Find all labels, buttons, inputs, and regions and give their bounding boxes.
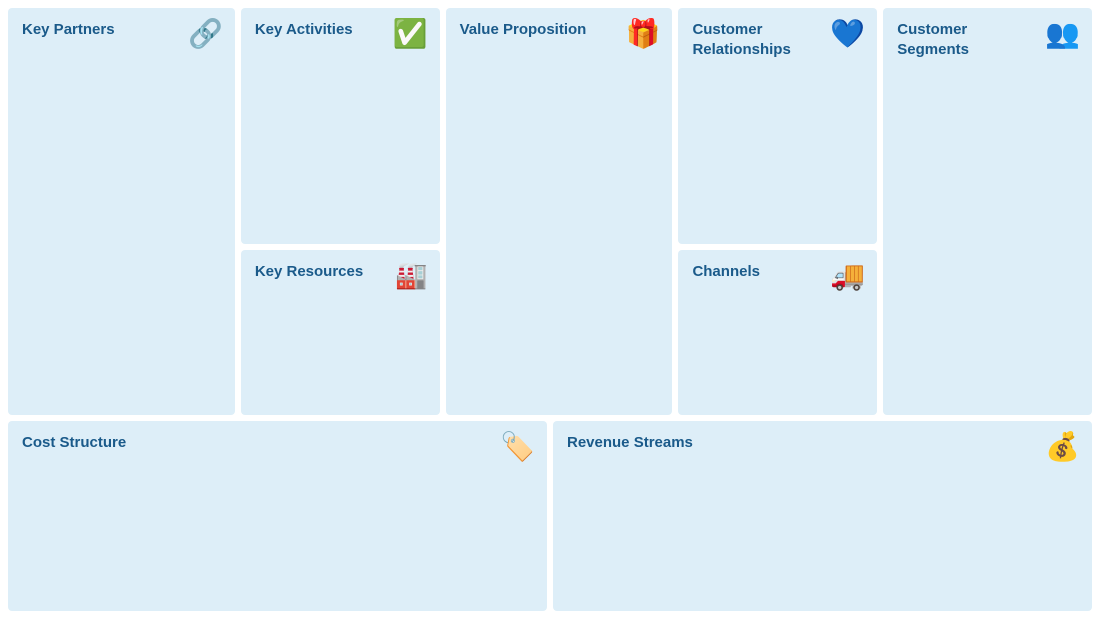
customer-relationships-title: Customer Relationships	[692, 20, 820, 59]
channels-cell[interactable]: Channels 🚚	[678, 250, 877, 415]
key-activities-title: Key Activities	[255, 20, 383, 40]
customer-segments-title: Customer Segments	[897, 20, 1033, 59]
customer-segments-cell[interactable]: Customer Segments 👥	[883, 8, 1092, 415]
key-resources-cell[interactable]: Key Resources 🏭	[241, 250, 440, 415]
key-resources-icon: 🏭	[395, 262, 427, 288]
key-partners-title: Key Partners	[22, 20, 171, 40]
key-partners-cell[interactable]: Key Partners 🔗	[8, 8, 235, 415]
key-partners-icon: 🔗	[188, 20, 223, 48]
bottom-section: Cost Structure 🏷️ Revenue Streams 💰	[8, 421, 1092, 611]
revenue-streams-icon: 💰	[1045, 433, 1080, 461]
key-resources-title: Key Resources	[255, 262, 383, 282]
cost-structure-cell[interactable]: Cost Structure 🏷️	[8, 421, 547, 611]
cr-channels-column: Customer Relationships 💙 Channels 🚚	[678, 8, 877, 415]
value-proposition-icon: 🎁	[626, 20, 661, 48]
channels-icon: 🚚	[830, 262, 865, 290]
activities-resources-column: Key Activities ✅ Key Resources 🏭	[241, 8, 440, 415]
cost-structure-title: Cost Structure	[22, 433, 405, 453]
customer-relationships-icon: 💙	[830, 20, 865, 48]
channels-title: Channels	[692, 262, 820, 282]
value-proposition-title: Value Proposition	[460, 20, 609, 40]
customer-segments-icon: 👥	[1045, 20, 1080, 48]
top-section: Key Partners 🔗 Key Activities ✅ Key Reso…	[8, 8, 1092, 415]
key-activities-cell[interactable]: Key Activities ✅	[241, 8, 440, 244]
key-activities-icon: ✅	[393, 20, 428, 48]
revenue-streams-title: Revenue Streams	[567, 433, 950, 453]
revenue-streams-cell[interactable]: Revenue Streams 💰	[553, 421, 1092, 611]
customer-relationships-cell[interactable]: Customer Relationships 💙	[678, 8, 877, 244]
cost-structure-icon: 🏷️	[500, 433, 535, 461]
value-proposition-cell[interactable]: Value Proposition 🎁	[446, 8, 673, 415]
business-model-canvas: Key Partners 🔗 Key Activities ✅ Key Reso…	[0, 0, 1100, 619]
